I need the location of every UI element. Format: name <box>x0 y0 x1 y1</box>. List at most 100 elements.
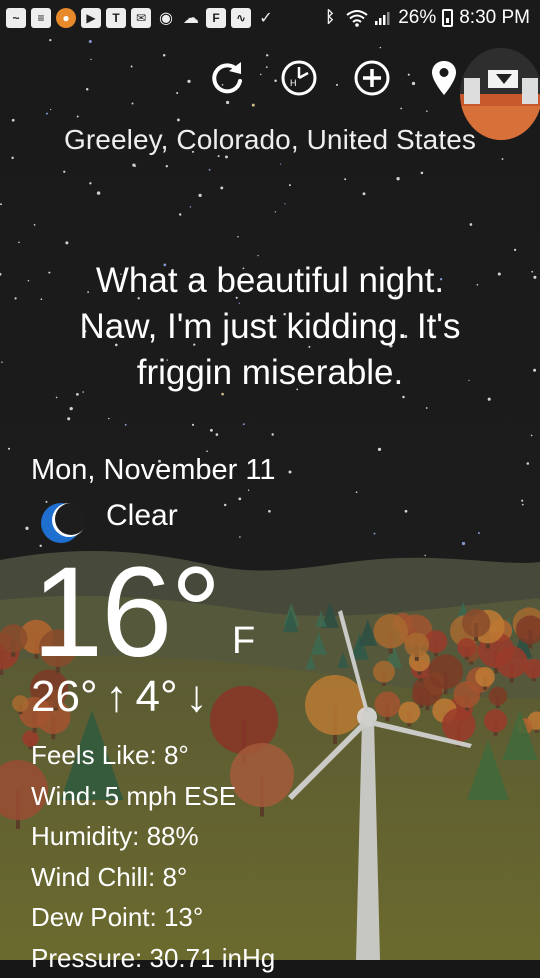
star <box>179 213 181 215</box>
temperature-unit: F <box>232 620 255 663</box>
activity-icon: ∿ <box>231 8 251 28</box>
clock-history-icon: H <box>280 59 318 97</box>
tree <box>412 687 430 705</box>
star <box>374 533 376 535</box>
star <box>177 118 180 121</box>
star <box>275 211 276 212</box>
radar-icon: ◉ <box>156 8 176 28</box>
star <box>8 448 10 450</box>
forecast-date: Mon, November 11 <box>31 454 275 487</box>
battery-icon <box>442 9 453 27</box>
tree <box>0 624 27 652</box>
star <box>470 223 473 226</box>
star <box>132 103 134 105</box>
message-line: friggin miserable. <box>40 350 500 396</box>
location-pin-icon <box>429 59 459 97</box>
tree <box>462 609 490 637</box>
star <box>220 186 223 189</box>
tree <box>428 654 463 689</box>
location-button[interactable] <box>424 58 464 98</box>
wifi-icon <box>346 9 368 27</box>
star <box>56 397 58 399</box>
star <box>190 206 192 208</box>
status-bar: ~ ≡ ● ▶ T ✉ ◉ ☁ F ∿ ✓ ᛒ 26% 8:30 PM <box>0 0 540 36</box>
star <box>405 510 408 513</box>
star <box>363 192 366 195</box>
star <box>424 555 425 556</box>
star <box>70 407 73 410</box>
star <box>89 40 92 43</box>
star <box>166 165 168 167</box>
weather-message: What a beautiful night. Naw, I'm just ki… <box>40 258 500 396</box>
moon-icon <box>38 500 84 546</box>
tree <box>442 708 476 742</box>
star <box>531 435 533 437</box>
star <box>252 104 255 107</box>
bluetooth-icon: ᛒ <box>320 8 340 28</box>
star <box>521 500 523 502</box>
text-app-icon: T <box>106 8 126 28</box>
star <box>268 510 271 513</box>
high-low-temperature: 26° ↑ 4° ↓ <box>31 672 216 722</box>
star <box>266 54 268 56</box>
low-temperature: 4° <box>136 672 178 722</box>
star <box>50 109 51 110</box>
star <box>135 165 137 167</box>
battery-percentage: 26% <box>398 7 436 29</box>
star <box>210 429 213 432</box>
star <box>514 249 516 251</box>
star <box>46 113 48 115</box>
tree <box>305 675 365 735</box>
document-icon: ≡ <box>31 8 51 28</box>
star <box>67 417 70 420</box>
star <box>89 182 91 184</box>
star <box>284 203 285 204</box>
star <box>522 504 524 506</box>
star <box>502 158 504 160</box>
star <box>356 491 358 493</box>
dew-point: Dew Point: 13° <box>31 897 275 938</box>
tree <box>457 638 476 657</box>
weather-condition: Clear <box>106 499 178 533</box>
message-line: What a beautiful night. <box>40 258 500 304</box>
star <box>25 527 28 530</box>
star <box>15 297 17 299</box>
star <box>257 255 258 256</box>
star <box>108 418 109 419</box>
star <box>28 280 30 282</box>
tree <box>374 614 408 648</box>
notification-icons: ~ ≡ ● ▶ T ✉ ◉ ☁ F ∿ ✓ <box>6 8 276 28</box>
humidity: Humidity: 88% <box>31 816 275 857</box>
star <box>344 178 346 180</box>
star <box>97 191 100 194</box>
svg-text:H: H <box>290 78 297 88</box>
star <box>0 203 2 205</box>
star <box>478 532 480 534</box>
star <box>226 101 229 104</box>
arrow-up-icon: ↑ <box>106 672 128 722</box>
pressure: Pressure: 30.71 inHg <box>31 938 275 978</box>
star <box>426 110 428 112</box>
wind-chill: Wind Chill: 8° <box>31 857 275 898</box>
star <box>238 498 241 501</box>
refresh-button[interactable] <box>207 58 247 98</box>
tree <box>375 691 401 717</box>
clock: 8:30 PM <box>459 7 530 29</box>
star <box>380 47 381 48</box>
weather-details: Feels Like: 8° Wind: 5 mph ESE Humidity:… <box>31 735 275 978</box>
app-notification-icon: ~ <box>6 8 26 28</box>
check-icon: ✓ <box>256 8 276 28</box>
history-button[interactable]: H <box>279 58 319 98</box>
tree <box>475 667 495 687</box>
star <box>421 172 424 175</box>
star <box>531 271 533 273</box>
add-location-button[interactable] <box>352 58 392 98</box>
star <box>198 194 201 197</box>
star <box>224 504 226 506</box>
arrow-down-icon: ↓ <box>186 672 208 722</box>
location-name: Greeley, Colorado, United States <box>0 124 540 156</box>
star <box>163 54 166 57</box>
star <box>243 423 245 425</box>
tree <box>405 633 430 658</box>
coin-icon: ● <box>56 8 76 28</box>
